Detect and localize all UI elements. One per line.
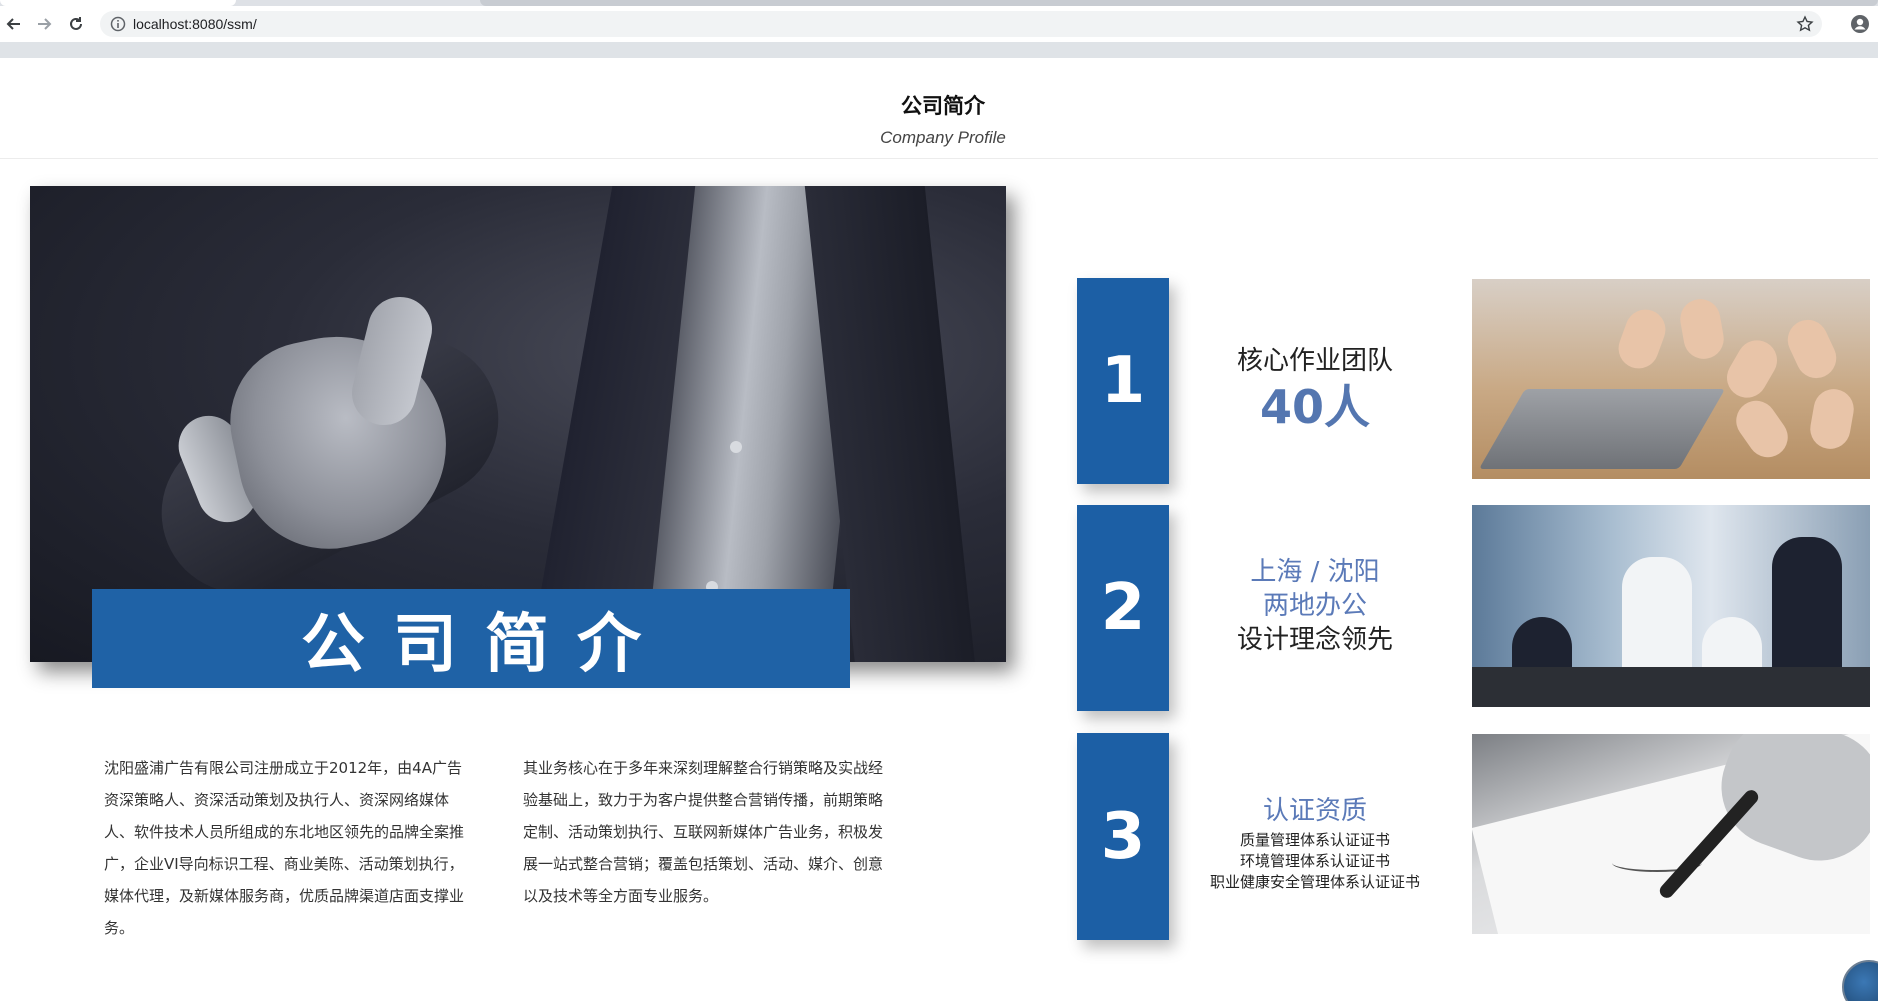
bookmark-bar (0, 42, 1878, 58)
address-bar[interactable]: localhost:8080/ssm/ (100, 11, 1822, 37)
signing-photo (1472, 734, 1870, 934)
info-icon[interactable] (110, 16, 126, 32)
feature-2-line-2: 两地办公 (1262, 591, 1367, 621)
back-arrow-icon[interactable] (2, 12, 26, 36)
star-icon[interactable] (1796, 15, 1814, 33)
cert-item-safety: 职业健康安全管理体系认证证书 (1209, 873, 1420, 891)
office-photo (1472, 505, 1870, 707)
intro-paragraph-2: 其业务核心在于多年来深刻理解整合行销策略及实战经验基础上，致力于为客户提供整合营… (523, 759, 884, 905)
forward-arrow-icon[interactable] (32, 12, 56, 36)
feature-3-title: 认证资质 (1262, 796, 1367, 826)
hero-banner-text: 公司简介 (301, 607, 669, 682)
hero-banner: 公司简介 (92, 589, 850, 688)
url-text[interactable]: localhost:8080/ssm/ (133, 16, 257, 32)
feature-number-1: 1 (1077, 278, 1169, 484)
reload-icon[interactable] (64, 12, 88, 36)
cert-item-environment: 环境管理体系认证证书 (1239, 852, 1390, 870)
team-photo (1472, 279, 1870, 479)
page-title: 公司简介 (901, 94, 985, 118)
feature-1-value: 40人 (1259, 380, 1370, 434)
browser-toolbar: localhost:8080/ssm/ (0, 6, 1878, 42)
heading-divider (0, 158, 1878, 159)
intro-paragraph-1: 沈阳盛浦广告有限公司注册成立于2012年，由4A广告资深策略人、资深活动策划及执… (104, 759, 465, 937)
feature-number-3: 3 (1077, 733, 1169, 940)
cert-item-quality: 质量管理体系认证证书 (1239, 831, 1390, 849)
feature-number-2: 2 (1077, 505, 1169, 711)
page-content: 公司简介 Company Profile 公司简介 沈阳盛浦广告有限公司注册成立… (0, 58, 1878, 1001)
feature-2-line-1: 上海 / 沈阳 (1250, 557, 1380, 587)
profile-icon[interactable] (1850, 14, 1870, 34)
section-heading: 公司简介 Company Profile (0, 90, 1878, 148)
page-subtitle: Company Profile (880, 128, 1006, 147)
floating-avatar-icon[interactable] (1842, 960, 1878, 1001)
feature-2-line-3: 设计理念领先 (1236, 625, 1393, 655)
